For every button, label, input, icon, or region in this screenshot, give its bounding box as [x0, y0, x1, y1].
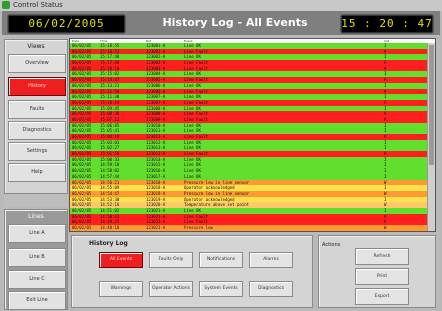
date-display: 06/02/2005 [7, 14, 126, 34]
lines-title: Lines [28, 213, 44, 220]
app-icon [2, 1, 10, 9]
table-cell-date: 06/02/05 [72, 225, 92, 230]
app-window: Control Status 06/02/2005 History Log - … [0, 0, 442, 311]
nav-views-item-5[interactable]: Help [8, 163, 66, 182]
scrollbar-thumb[interactable] [429, 45, 434, 165]
history-log-title: History Log [89, 240, 128, 247]
title-bar: Control Status [0, 0, 442, 11]
page-title: History Log - All Events [162, 16, 308, 29]
left-navigation: Views Overview History Faults Diagnostics Se… [3, 38, 68, 310]
nav-lines-item-3[interactable]: Exit Line [8, 291, 66, 310]
filter-button-0[interactable]: All Events [99, 252, 143, 268]
action-button-1[interactable]: Print [355, 268, 409, 285]
filter-button-7[interactable]: Diagnostics [249, 281, 293, 297]
vertical-scrollbar[interactable] [427, 43, 435, 231]
lines-panel: Lines Line A Line B Line C Exit Line [4, 209, 68, 310]
filter-button-2[interactable]: Notifications [199, 252, 243, 268]
nav-views-item-4[interactable]: Settings [8, 142, 66, 161]
window-title: Control Status [13, 1, 63, 9]
table-cell-event: Pressure low [184, 225, 213, 230]
time-display: 15 : 20 : 47 [340, 14, 434, 34]
nav-views-item-1[interactable]: History [8, 77, 66, 96]
filter-button-5[interactable]: Operator Actions [149, 281, 193, 297]
action-button-2[interactable]: Export [355, 288, 409, 305]
nav-views-item-3[interactable]: Diagnostics [8, 121, 66, 140]
actions-title: Actions [322, 242, 341, 248]
table-cell-cat: W [384, 225, 387, 230]
table-cell-ref: 123023-A [146, 225, 166, 230]
views-panel: Views Overview History Faults Diagnostics Se… [4, 39, 68, 194]
table-body: 06/02/05 15:18:55 123001-A Line OK I 06/02/05… [70, 43, 428, 231]
nav-lines-item-0[interactable]: Line A [8, 224, 66, 243]
date-text: 06/02/2005 [28, 17, 105, 30]
nav-separator [4, 194, 68, 207]
table-row[interactable]: 06/02/05 14:48:10 123023-A Pressure low W [70, 225, 428, 231]
nav-views-item-2[interactable]: Faults [8, 100, 66, 119]
table-cell-time: 14:48:10 [100, 225, 120, 230]
nav-views-item-0[interactable]: Overview [8, 54, 66, 73]
filter-button-1[interactable]: Faults Only [149, 252, 193, 268]
filter-button-4[interactable]: Warnings [99, 281, 143, 297]
nav-lines-item-1[interactable]: Line B [8, 248, 66, 267]
history-log-table[interactable]: Date Time Ref Event Cat 06/02/05 15:18:55 1230… [69, 38, 436, 232]
views-title: Views [27, 43, 45, 50]
time-text: 15 : 20 : 47 [341, 17, 433, 30]
header-bar: 06/02/2005 History Log - All Events 15 :… [2, 11, 440, 35]
nav-lines-item-2[interactable]: Line C [8, 270, 66, 289]
actions-panel: Actions Refresh Print Export [318, 235, 436, 308]
filter-button-3[interactable]: Alarms [249, 252, 293, 268]
history-log-filter-panel: History Log All Events Faults Only Notific… [71, 235, 313, 308]
action-button-0[interactable]: Refresh [355, 248, 409, 265]
filter-button-6[interactable]: System Events [199, 281, 243, 297]
